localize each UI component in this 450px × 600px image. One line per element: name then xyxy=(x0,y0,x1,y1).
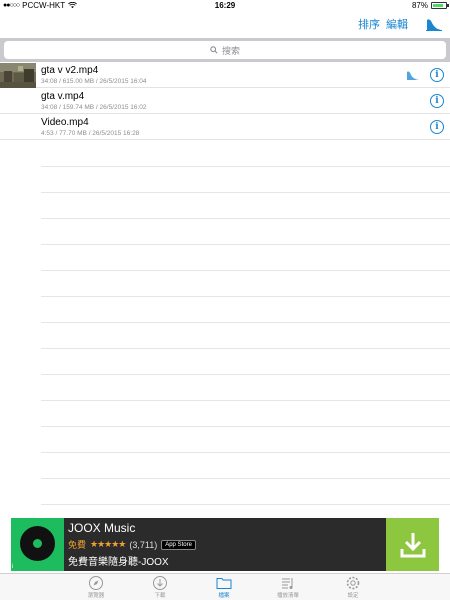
battery-percent: 87% xyxy=(411,1,428,10)
video-thumbnail xyxy=(0,63,36,88)
ad-rating-count: (3,711) xyxy=(129,539,158,550)
file-name: Video.mp4 xyxy=(41,117,89,128)
tab-browser[interactable]: 瀏覽器 xyxy=(76,575,116,599)
info-button[interactable]: i xyxy=(430,94,444,108)
download-icon xyxy=(153,576,167,590)
download-arrow-icon xyxy=(400,532,425,557)
list-separator xyxy=(41,400,450,401)
app-store-badge: App Store xyxy=(161,539,196,550)
file-row[interactable]: Video.mp4 4:53 / 77.70 MB / 26/5/2015 16… xyxy=(0,114,450,140)
file-list: gta v v2.mp4 34:08 / 615.00 MB / 26/5/20… xyxy=(0,62,450,140)
ad-subtitle: 免費音樂隨身聽-JOOX xyxy=(68,557,169,568)
list-separator xyxy=(41,452,450,453)
list-separator xyxy=(41,218,450,219)
status-bar: ●●○○○ PCCW-HKT 16:29 87% xyxy=(0,0,450,12)
tab-label: 播放清單 xyxy=(276,593,299,599)
tab-downloads[interactable]: 下載 xyxy=(140,575,180,599)
list-separator xyxy=(41,374,450,375)
list-separator xyxy=(41,192,450,193)
playlist-icon xyxy=(282,578,293,589)
list-separator xyxy=(41,244,450,245)
now-playing-icon[interactable] xyxy=(426,17,442,31)
list-separator xyxy=(41,426,450,427)
list-separator xyxy=(41,348,450,349)
info-button[interactable]: i xyxy=(430,68,444,82)
file-row[interactable]: gta v.mp4 34:08 / 159.74 MB / 26/5/2015 … xyxy=(0,88,450,114)
nav-bar: 排序 編輯 xyxy=(0,12,450,38)
file-meta: 34:08 / 615.00 MB / 26/5/2015 16:04 xyxy=(41,78,147,85)
ad-info-icon[interactable]: i xyxy=(12,564,13,570)
status-time: 16:29 xyxy=(214,1,236,10)
folder-icon xyxy=(216,578,232,589)
list-separator xyxy=(41,504,450,505)
ad-price: 免費 xyxy=(68,540,87,550)
edit-button[interactable]: 編輯 xyxy=(386,16,408,32)
gear-icon xyxy=(346,576,360,590)
info-button[interactable]: i xyxy=(430,120,444,134)
tab-label: 瀏覽器 xyxy=(87,593,105,599)
list-separator xyxy=(41,296,450,297)
tab-settings[interactable]: 設定 xyxy=(333,575,373,599)
list-separator xyxy=(41,322,450,323)
joox-logo: i xyxy=(11,518,64,571)
search-bar: 搜索 xyxy=(0,38,450,62)
tab-files[interactable]: 檔案 xyxy=(204,575,244,599)
playing-indicator-icon xyxy=(407,71,419,80)
tab-label: 檔案 xyxy=(218,593,230,599)
battery-level xyxy=(433,4,444,7)
battery-icon xyxy=(431,2,449,9)
list-separator xyxy=(41,478,450,479)
search-placeholder: 搜索 xyxy=(221,45,240,56)
file-name: gta v.mp4 xyxy=(41,91,85,102)
search-input[interactable]: 搜索 xyxy=(4,41,446,59)
file-name: gta v v2.mp4 xyxy=(41,65,99,76)
search-icon xyxy=(210,46,218,54)
ad-stars: ★★★★★ xyxy=(90,539,126,549)
file-meta: 34:08 / 159.74 MB / 26/5/2015 16:02 xyxy=(41,104,147,111)
app-store-label: App Store xyxy=(165,541,192,548)
ad-text: JOOX Music 免費 ★★★★★ (3,711) App Store 免費… xyxy=(64,518,386,571)
file-row[interactable]: gta v v2.mp4 34:08 / 615.00 MB / 26/5/20… xyxy=(0,62,450,88)
tab-label: 下載 xyxy=(154,593,166,599)
ad-title: JOOX Music xyxy=(68,521,136,535)
ad-banner[interactable]: i JOOX Music 免費 ★★★★★ (3,711) App Store … xyxy=(11,518,439,571)
list-separator xyxy=(41,166,450,167)
sort-button[interactable]: 排序 xyxy=(358,16,380,32)
tab-bar: 瀏覽器 下載 檔案 播放清單 設定 xyxy=(0,573,450,600)
file-meta: 4:53 / 77.70 MB / 26/5/2015 16:28 xyxy=(41,130,140,137)
compass-icon xyxy=(89,576,103,590)
ad-download-button[interactable] xyxy=(386,518,439,571)
tab-playlist[interactable]: 播放清單 xyxy=(268,575,308,599)
tab-label: 設定 xyxy=(347,593,359,599)
app-window: ●●○○○ PCCW-HKT 16:29 87% 排序 編輯 搜索 gta v … xyxy=(0,0,450,600)
list-separator xyxy=(41,270,450,271)
vinyl-disc-icon xyxy=(20,526,55,561)
